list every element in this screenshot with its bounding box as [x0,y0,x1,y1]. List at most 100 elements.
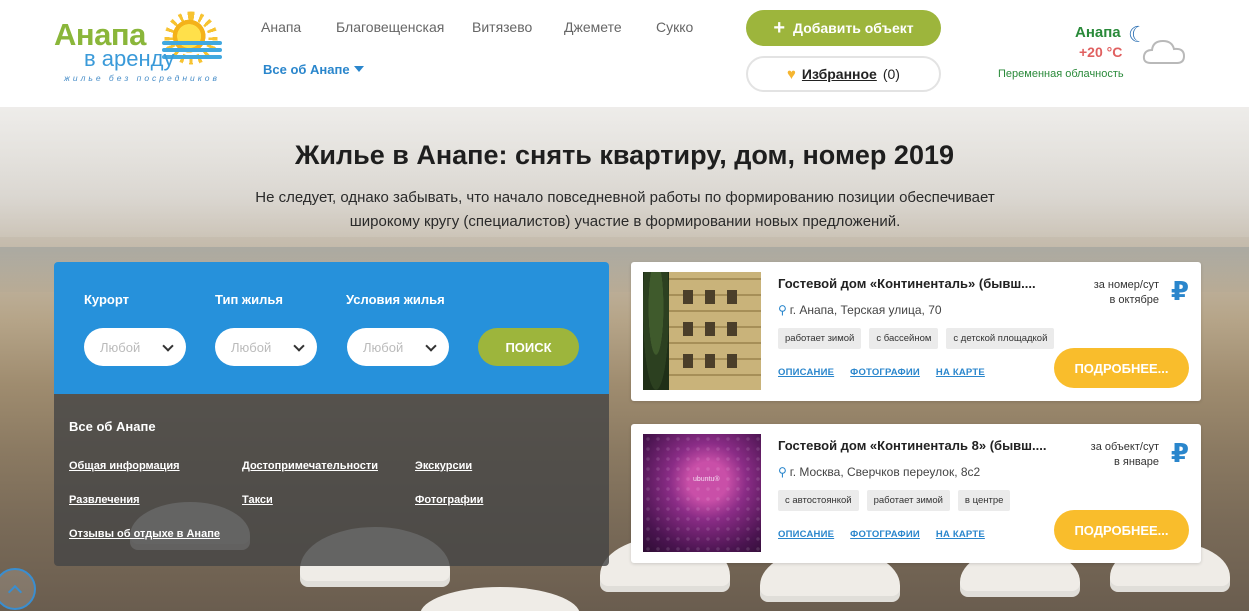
listing-description-link[interactable]: ОПИСАНИЕ [778,529,834,540]
listing-tags: работает зимой с бассейном с детской пло… [778,328,1055,349]
price-period: в январе [1113,456,1159,468]
window-decoration [683,354,693,368]
listing-tag: в центре [957,490,1011,511]
chevron-down-icon [425,340,437,352]
conditions-label: Условия жилья [346,292,445,307]
listing-tags: с автостоянкой работает зимой в центре [778,490,1011,511]
caret-down-icon [353,66,364,72]
listing-title[interactable]: Гостевой дом «Континенталь» (бывш.... [778,276,1036,291]
link-excursions[interactable]: Экскурсии [415,460,472,472]
chevron-down-icon [162,340,174,352]
ruble-icon: ₽ [1170,276,1189,306]
window-decoration [705,354,715,368]
listing-price-note: за объект/сут в январе [1091,440,1159,470]
search-panel: Курорт Тип жилья Условия жилья Любой Люб… [54,262,609,394]
window-decoration [727,322,737,336]
details-button[interactable]: ПОДРОБНЕЕ... [1054,510,1189,550]
listing-photos-link[interactable]: ФОТОГРАФИИ [850,529,920,540]
resort-select[interactable]: Любой [84,328,186,366]
weather-widget: Анапа +20 °C Переменная облачность ☾ [995,22,1195,87]
weather-description: Переменная облачность [998,68,1124,80]
about-anapa-panel: Все об Анапе Общая информация Достоприме… [54,394,609,566]
site-header: Анапа в аренду жилье без посредников Ана… [0,0,1249,107]
ruble-icon: ₽ [1170,438,1189,468]
listing-address: ⚲ г. Анапа, Терская улица, 70 [778,303,942,317]
listing-photos-link[interactable]: ФОТОГРАФИИ [850,367,920,378]
nav-more-dropdown[interactable]: Все об Анапе [263,62,364,77]
window-decoration [683,322,693,336]
weather-city: Анапа [1075,24,1121,41]
listing-address: ⚲ г. Москва, Сверчков переулок, 8с2 [778,465,980,479]
nav-more-label: Все об Анапе [263,62,350,77]
plus-icon: + [773,17,786,39]
type-select-value: Любой [231,339,272,355]
listing-title[interactable]: Гостевой дом «Континенталь 8» (бывш.... [778,438,1046,453]
listing-tag: с бассейном [869,328,939,349]
nav-item-anapa[interactable]: Анапа [261,19,301,35]
listing-description-link[interactable]: ОПИСАНИЕ [778,367,834,378]
image-caption: ubuntu® [693,476,720,483]
listing-photo[interactable]: ubuntu® [643,434,761,552]
map-pin-icon: ⚲ [778,465,787,479]
cloud-icon [1142,39,1186,64]
about-anapa-title: Все об Анапе [69,419,156,434]
link-sights[interactable]: Достопримечательности [242,460,378,472]
site-logo[interactable]: Анапа в аренду жилье без посредников [54,11,224,87]
listing-price-note: за номер/сут в октябре [1094,278,1159,308]
link-general-info[interactable]: Общая информация [69,460,180,472]
price-unit: за объект/сут [1090,441,1159,453]
listing-links: ОПИСАНИЕ ФОТОГРАФИИ НА КАРТЕ [778,529,985,540]
link-taxi[interactable]: Такси [242,494,273,506]
page-subtitle: Не следует, однако забывать, что начало … [255,189,995,230]
favorites-count: (0) [882,66,900,82]
price-period: в октябре [1109,294,1159,306]
listing-tag: работает зимой [866,490,950,511]
favorites-label: Избранное [801,66,877,82]
logo-subtitle: в аренду [84,46,175,71]
conditions-select-value: Любой [363,339,404,355]
weather-temp: +20 °C [1079,44,1123,60]
map-pin-icon: ⚲ [778,303,787,317]
tree-decoration [643,272,669,390]
listing-card[interactable]: ubuntu® Гостевой дом «Континенталь 8» (б… [631,424,1201,563]
favorites-button[interactable]: ♥ Избранное (0) [746,56,941,92]
window-decoration [727,354,737,368]
logo-tagline: жилье без посредников [64,73,220,83]
heart-icon: ♥ [787,65,796,83]
chevron-up-icon [7,584,23,599]
listing-address-text: г. Анапа, Терская улица, 70 [789,303,942,317]
type-label: Тип жилья [215,292,283,307]
link-photos[interactable]: Фотографии [415,494,483,506]
listing-tag: с детской площадкой [946,328,1055,349]
link-entertainment[interactable]: Развлечения [69,494,140,506]
listing-tag: работает зимой [778,328,862,349]
page-title: Жилье в Анапе: снять квартиру, дом, номе… [294,140,954,170]
add-object-label: Добавить объект [793,20,914,36]
price-unit: за номер/сут [1093,279,1159,291]
pattern-decoration [643,434,761,552]
window-decoration [705,290,715,304]
resort-select-value: Любой [100,339,141,355]
window-decoration [727,290,737,304]
nav-item-sukko[interactable]: Сукко [656,19,693,35]
conditions-select[interactable]: Любой [347,328,449,366]
nav-item-blagoveshchenskaya[interactable]: Благовещенская [336,19,444,35]
listing-card[interactable]: Гостевой дом «Континенталь» (бывш.... ⚲ г… [631,262,1201,401]
nav-item-vityazevo[interactable]: Витязево [472,19,532,35]
resort-label: Курорт [84,292,130,307]
chevron-down-icon [293,340,305,352]
add-object-button[interactable]: + Добавить объект [746,10,941,46]
window-decoration [683,290,693,304]
window-decoration [705,322,715,336]
details-button[interactable]: ПОДРОБНЕЕ... [1054,348,1189,388]
beach-umbrella [420,587,580,611]
search-button[interactable]: ПОИСК [478,328,579,366]
listing-map-link[interactable]: НА КАРТЕ [936,367,985,378]
nav-item-dzhemete[interactable]: Джемете [564,19,622,35]
listing-tag: с автостоянкой [778,490,859,511]
link-reviews[interactable]: Отзывы об отдыхе в Анапе [69,528,220,540]
listing-address-text: г. Москва, Сверчков переулок, 8с2 [789,465,981,479]
listing-map-link[interactable]: НА КАРТЕ [936,529,985,540]
listing-photo[interactable] [643,272,761,390]
type-select[interactable]: Любой [215,328,317,366]
